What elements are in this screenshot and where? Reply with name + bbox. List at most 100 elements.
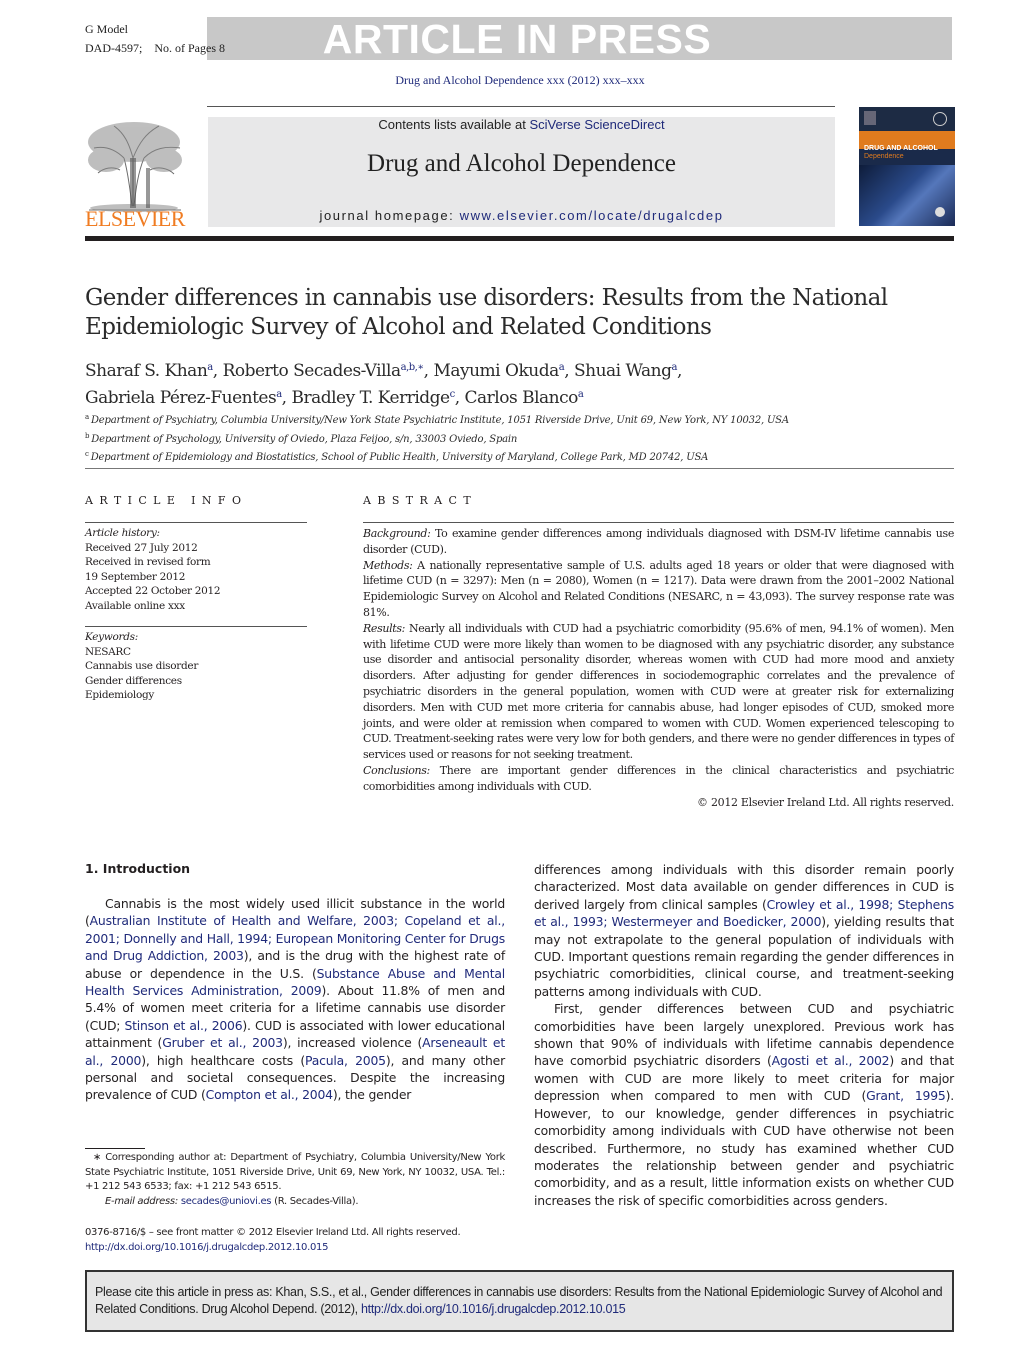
- affiliation-key: c: [85, 450, 89, 458]
- homepage-link[interactable]: www.elsevier.com/locate/drugalcdep: [460, 208, 724, 223]
- journal-cover[interactable]: DRUG AND ALCOHOL Dependence: [859, 107, 955, 226]
- history-item: Accepted 22 October 2012: [85, 585, 221, 597]
- manuscript-meta: G Model DAD-4597; No. of Pages 8: [85, 20, 225, 58]
- keyword-list: NESARC Cannabis use disorder Gender differ…: [85, 645, 198, 703]
- page-count: No. of Pages 8: [154, 41, 225, 55]
- abstract-section-label: Methods:: [363, 558, 413, 572]
- affiliation: a Department of Psychiatry, Columbia Univ…: [85, 410, 965, 429]
- abstract-section: Background: To examine gender difference…: [363, 526, 954, 558]
- keyword: Epidemiology: [85, 689, 155, 701]
- header-rule: [207, 106, 835, 107]
- author-affiliation-marker[interactable]: a: [578, 389, 584, 400]
- history-item: Available online xxx: [85, 599, 185, 612]
- affiliation: b Department of Psychology, University of…: [85, 429, 965, 448]
- contents-availability: Contents lists available at SciVerse Sci…: [208, 117, 835, 132]
- abstract-section-text: Nearly all individuals with CUD had a ps…: [363, 621, 954, 762]
- cover-title-line1: DRUG AND ALCOHOL: [864, 145, 938, 152]
- author-name: Sharaf S. Khan: [85, 361, 208, 381]
- header-thick-rule: [85, 236, 954, 241]
- citation-link[interactable]: Grant, 1995: [866, 1088, 946, 1103]
- affiliation-list: a Department of Psychiatry, Columbia Univ…: [85, 410, 965, 466]
- author-name: Carlos Blanco: [464, 388, 579, 408]
- affiliation-key: b: [85, 431, 90, 440]
- email-owner: (R. Secades-Villa).: [271, 1195, 359, 1207]
- citation-link[interactable]: Compton et al., 2004: [206, 1087, 333, 1102]
- doc-id-line: DAD-4597; No. of Pages 8: [85, 39, 225, 58]
- email-label: E-mail address:: [105, 1195, 178, 1207]
- affiliation-text: Department of Epidemiology and Biostatis…: [90, 452, 709, 463]
- affiliation-rule: [85, 468, 954, 469]
- keyword: NESARC: [85, 645, 131, 658]
- author-name: Roberto Secades-Villa: [222, 361, 402, 381]
- abstract-body: Background: To examine gender difference…: [363, 526, 954, 795]
- history-item: 19 September 2012: [85, 570, 186, 583]
- author-affiliation-marker[interactable]: a,b,∗: [401, 362, 425, 373]
- elsevier-logo[interactable]: ELSEVIER: [84, 118, 186, 233]
- body-column-left: Cannabis is the most widely used illicit…: [85, 895, 505, 1104]
- cover-elsevier-icon: [864, 111, 876, 125]
- abstract-section: Methods: A nationally representative sam…: [363, 558, 954, 621]
- citation-link[interactable]: Gruber et al., 2003: [162, 1035, 283, 1050]
- intro-paragraph-1: Cannabis is the most widely used illicit…: [85, 895, 505, 1104]
- abstract-section-label: Background:: [363, 527, 431, 540]
- corresponding-author-text: ∗ Corresponding author at: Department of…: [85, 1152, 505, 1192]
- abstract-section-text: There are important gender differences i…: [363, 763, 954, 793]
- citation-link[interactable]: Pacula, 2005: [305, 1053, 386, 1068]
- affiliation-text: Department of Psychiatry, Columbia Unive…: [90, 415, 789, 426]
- cover-badge-icon: [933, 112, 947, 126]
- author-affiliation-marker[interactable]: a: [559, 362, 565, 373]
- doc-id: DAD-4597;: [85, 41, 143, 55]
- abstract-section-text: To examine gender differences among indi…: [363, 527, 954, 556]
- journal-reference[interactable]: Drug and Alcohol Dependence xxx (2012) x…: [0, 73, 1020, 88]
- issn-line: 0376-8716/$ – see front matter © 2012 El…: [85, 1227, 461, 1238]
- body-text: ), high healthcare costs (: [141, 1052, 305, 1068]
- issn-block: 0376-8716/$ – see front matter © 2012 El…: [85, 1225, 515, 1255]
- affiliation-key: a: [85, 413, 89, 421]
- citation-doi-link[interactable]: http://dx.doi.org/10.1016/j.drugalcdep.2…: [361, 1302, 626, 1316]
- intro-paragraph-1-cont: differences among individuals with this …: [534, 861, 954, 1000]
- abstract-section: Conclusions: There are important gender …: [363, 763, 954, 795]
- citation-text: Please cite this article in press as: Kh…: [95, 1284, 950, 1318]
- abstract-section: Results: Nearly all individuals with CUD…: [363, 621, 954, 763]
- author-affiliation-marker[interactable]: c: [450, 389, 456, 400]
- footnote-rule: [85, 1148, 145, 1149]
- affiliation: c Department of Epidemiology and Biostati…: [85, 447, 965, 466]
- keyword: Gender differences: [85, 674, 182, 687]
- intro-paragraph-2: First, gender differences between CUD an…: [534, 1000, 954, 1209]
- citation-link[interactable]: Agosti et al., 2002: [772, 1053, 890, 1068]
- article-status: ARTICLE IN PRESS: [322, 16, 712, 62]
- history-item: Received in revised form: [85, 556, 211, 568]
- body-text: ). However, to our knowledge, gender dif…: [534, 1088, 954, 1208]
- citation-link[interactable]: Stinson et al., 2006: [124, 1018, 242, 1033]
- article-info-heading: ARTICLE INFO: [85, 494, 248, 507]
- author-name: Shuai Wang: [574, 361, 672, 381]
- affiliation-text: Department of Psychology, University of …: [91, 433, 518, 445]
- author-name: Gabriela Pérez-Fuentes: [85, 388, 277, 408]
- author-name: Mayumi Okuda: [433, 361, 559, 381]
- cover-title: DRUG AND ALCOHOL Dependence: [864, 145, 938, 161]
- author-name: Bradley T. Kerridge: [291, 388, 450, 408]
- body-column-right: differences among individuals with this …: [534, 861, 954, 1209]
- author-affiliation-marker[interactable]: a: [207, 362, 213, 373]
- article-title: Gender differences in cannabis use disor…: [85, 285, 888, 340]
- section-heading-introduction: 1. Introduction: [85, 861, 191, 876]
- keywords-rule: [85, 626, 307, 627]
- keywords: Keywords: NESARC Cannabis use disorder Gen…: [85, 630, 198, 703]
- history-label: Article history:: [85, 527, 160, 539]
- author-affiliation-marker[interactable]: a: [276, 389, 282, 400]
- cover-seal-icon: [935, 207, 945, 217]
- author-list: Sharaf S. Khana, Roberto Secades-Villaa,…: [85, 361, 682, 408]
- contents-prefix: Contents lists available at: [378, 117, 530, 132]
- email-link[interactable]: secades@uniovi.es: [181, 1196, 272, 1207]
- model-label: G Model: [85, 22, 128, 36]
- abstract-section-label: Results:: [363, 621, 406, 635]
- cover-title-line2: Dependence: [864, 153, 904, 160]
- publisher-name: ELSEVIER: [85, 206, 185, 231]
- sciencedirect-link[interactable]: SciVerse ScienceDirect: [529, 117, 664, 132]
- keyword: Cannabis use disorder: [85, 660, 199, 672]
- author-affiliation-marker[interactable]: a: [671, 362, 677, 373]
- doi-link[interactable]: http://dx.doi.org/10.1016/j.drugalcdep.2…: [85, 1242, 328, 1253]
- abstract-section-label: Conclusions:: [363, 763, 430, 777]
- history-item: Received 27 July 2012: [85, 541, 198, 554]
- journal-homepage: journal homepage: www.elsevier.com/locat…: [208, 208, 835, 223]
